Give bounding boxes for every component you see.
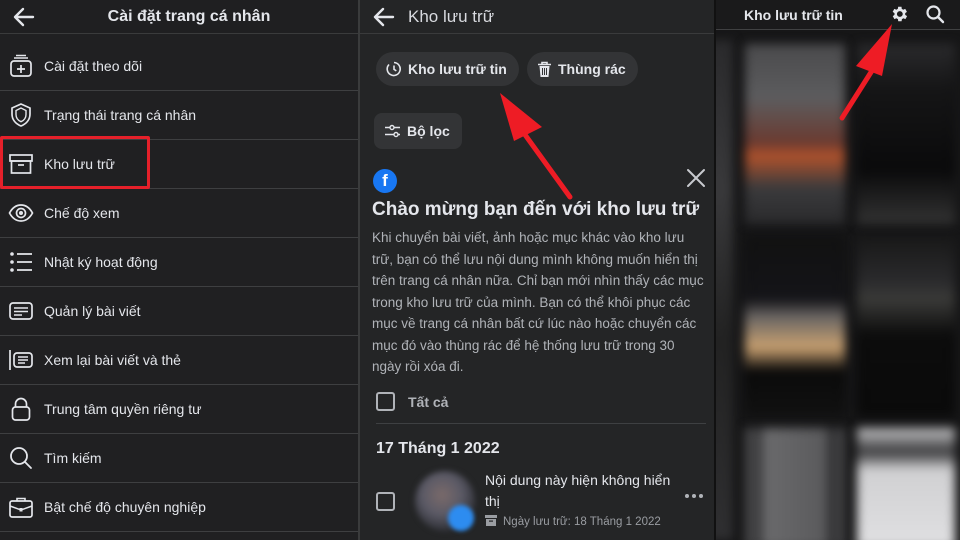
lock-icon (0, 396, 42, 422)
item-archive-date: Ngày lưu trữ: 18 Tháng 1 2022 (503, 516, 661, 528)
search-icon (0, 445, 42, 471)
posts-icon (0, 298, 42, 324)
menu-item-manage-posts[interactable]: Quản lý bài viết (0, 287, 358, 336)
divider (376, 423, 706, 424)
menu-item-label: Cài đặt theo dõi (44, 58, 143, 74)
menu-item-label: Chế độ xem (44, 205, 120, 221)
story-tile[interactable] (745, 236, 845, 416)
search-icon (926, 5, 945, 24)
facebook-logo-icon: f (373, 169, 397, 193)
menu-item-activity-log[interactable]: Nhật ký hoạt động (0, 238, 358, 287)
filter-button[interactable]: Bộ lọc (374, 113, 462, 149)
archive-panel: Kho lưu trữ Kho lưu trữ tin Thùng rác Bộ… (360, 0, 715, 540)
archive-box-icon (485, 515, 497, 529)
story-tile[interactable] (715, 40, 733, 540)
menu-item-label: Trạng thái trang cá nhân (44, 107, 197, 123)
list-icon (0, 249, 42, 275)
menu-item-review-posts-tags[interactable]: Xem lại bài viết và thẻ (0, 336, 358, 385)
menu-item-label: Nhật ký hoạt động (44, 254, 158, 270)
close-button[interactable] (685, 167, 707, 189)
item-title: Nội dung này hiện không hiển thị (485, 472, 671, 509)
menu-item-follow-settings[interactable]: Cài đặt theo dõi (0, 42, 358, 91)
story-tile[interactable] (857, 236, 955, 416)
archive-header: Kho lưu trữ (360, 0, 715, 34)
settings-button[interactable] (887, 2, 911, 26)
story-tile[interactable] (857, 44, 955, 224)
story-archive-header: Kho lưu trữ tin (715, 0, 960, 30)
page-title: Kho lưu trữ (408, 6, 495, 26)
more-dot (692, 494, 696, 498)
settings-header: Cài đặt trang cá nhân (0, 0, 358, 34)
settings-menu: Cài đặt theo dõi Trạng thái trang cá nhâ… (0, 42, 358, 532)
welcome-title: Chào mừng bạn đến với kho lưu trữ (372, 199, 700, 220)
search-button[interactable] (923, 2, 947, 26)
back-button[interactable] (10, 4, 38, 30)
page-title: Kho lưu trữ tin (744, 6, 843, 23)
story-tile[interactable] (857, 428, 955, 540)
arrow-left-icon (373, 7, 395, 27)
close-icon (687, 169, 705, 187)
gear-icon (892, 6, 908, 22)
menu-item-label: Tìm kiếm (44, 450, 102, 466)
menu-item-label: Quản lý bài viết (44, 303, 141, 319)
story-grid (715, 40, 960, 540)
menu-item-search[interactable]: Tìm kiếm (0, 434, 358, 483)
follow-settings-icon (0, 53, 42, 79)
more-dot (685, 494, 689, 498)
sliders-icon (384, 124, 401, 138)
review-posts-icon (0, 347, 42, 373)
menu-item-professional-mode[interactable]: Bật chế độ chuyên nghiệp (0, 483, 358, 532)
clock-icon (386, 61, 402, 77)
menu-item-archive[interactable]: Kho lưu trữ (0, 136, 358, 189)
story-tile[interactable] (745, 428, 845, 540)
filter-label: Bộ lọc (407, 123, 450, 139)
menu-item-privacy-center[interactable]: Trung tâm quyền riêng tư (0, 385, 358, 434)
more-options-button[interactable] (685, 494, 703, 498)
page-title: Cài đặt trang cá nhân (107, 7, 271, 25)
welcome-description: Khi chuyển bài viết, ảnh hoặc mục khác v… (372, 230, 704, 374)
menu-item-label: Xem lại bài viết và thẻ (44, 352, 181, 368)
arrow-left-icon (13, 7, 35, 27)
archive-list-item[interactable]: Nội dung này hiện không hiển thị Ngày lư… (360, 468, 715, 540)
archive-box-icon (0, 151, 42, 177)
menu-item-view-as[interactable]: Chế độ xem (0, 189, 358, 238)
briefcase-icon (0, 494, 42, 520)
menu-item-label: Kho lưu trữ (44, 156, 115, 172)
shield-icon (0, 102, 42, 128)
item-checkbox[interactable] (376, 492, 395, 511)
trash-button[interactable]: Thùng rác (527, 52, 638, 86)
select-all-checkbox[interactable] (376, 392, 395, 411)
date-group-heading: 17 Tháng 1 2022 (376, 440, 500, 457)
trash-icon (537, 61, 552, 78)
menu-item-profile-status[interactable]: Trạng thái trang cá nhân (0, 91, 358, 140)
menu-item-label: Bật chế độ chuyên nghiệp (44, 499, 206, 515)
item-badge (448, 505, 474, 531)
menu-item-label: Trung tâm quyền riêng tư (44, 401, 202, 417)
profile-settings-panel: Cài đặt trang cá nhân Cài đặt theo dõi T… (0, 0, 358, 540)
select-all-row[interactable]: Tất cả (376, 392, 448, 411)
more-dot (699, 494, 703, 498)
story-tile[interactable] (745, 44, 845, 224)
back-button[interactable] (370, 4, 398, 30)
eye-icon (0, 200, 42, 226)
select-all-label: Tất cả (408, 393, 449, 410)
story-archive-button[interactable]: Kho lưu trữ tin (376, 52, 519, 86)
item-meta: Ngày lưu trữ: 18 Tháng 1 2022 (485, 515, 661, 529)
trash-label: Thùng rác (558, 61, 626, 77)
story-archive-label: Kho lưu trữ tin (408, 61, 507, 77)
story-archive-panel: Kho lưu trữ tin (715, 0, 960, 540)
panel-divider (714, 0, 716, 540)
